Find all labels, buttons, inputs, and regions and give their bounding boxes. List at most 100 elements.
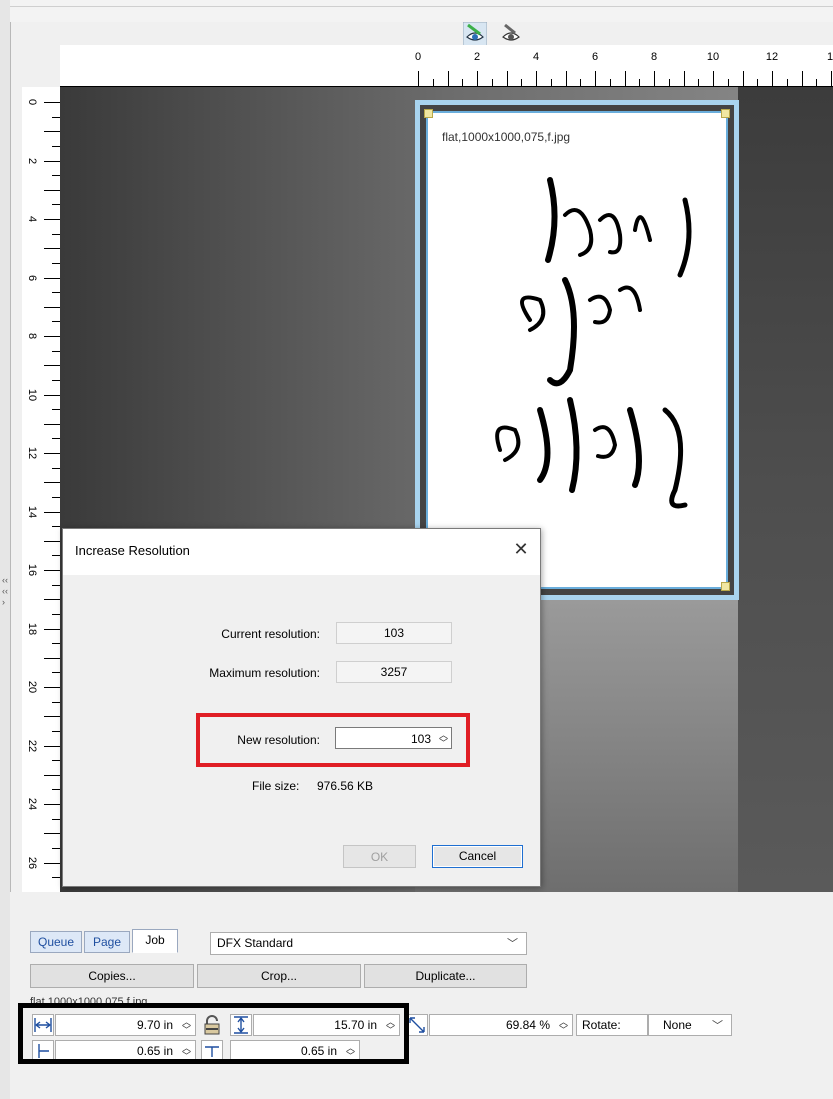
ruler-label: 4: [532, 51, 540, 63]
ruler-tick: [52, 847, 60, 849]
ruler-tick: [44, 804, 60, 805]
resize-handle[interactable]: [721, 109, 730, 118]
close-icon[interactable]: ✕: [511, 539, 531, 559]
ruler-tick: [44, 833, 60, 835]
ruler-label: 2: [473, 51, 481, 63]
ruler-tick: [44, 160, 60, 162]
ruler-tick: [44, 687, 60, 688]
copies-button[interactable]: Copies...: [30, 964, 194, 988]
tab-page[interactable]: Page: [84, 931, 130, 953]
ruler-tick: [44, 277, 60, 279]
ruler-tick: [52, 292, 60, 294]
ruler-label: 22: [26, 739, 38, 752]
ruler-tick: [44, 102, 60, 103]
tab-queue[interactable]: Queue: [30, 931, 82, 953]
cancel-button[interactable]: Cancel: [432, 845, 523, 868]
ruler-tick: [683, 71, 685, 87]
ruler-tick: [44, 394, 60, 396]
ruler-tick: [477, 71, 478, 87]
ruler-label: 20: [26, 680, 38, 694]
tab-job[interactable]: Job: [132, 929, 178, 953]
collapse-arrows-icon[interactable]: ‹‹ ‹‹ ›: [2, 575, 8, 608]
canvas-right-area: [738, 87, 833, 892]
ruler-tick: [831, 71, 832, 87]
ruler-tick: [52, 877, 60, 879]
ruler-tick: [52, 467, 60, 469]
maximum-resolution-value: 3257: [336, 661, 452, 683]
new-resolution-input[interactable]: 103 ︿ ﹀: [335, 727, 452, 749]
ruler-tick: [44, 306, 60, 308]
ruler-tick: [44, 716, 60, 718]
ruler-tick: [536, 71, 537, 87]
scale-input[interactable]: 69.84 % ︿ ﹀: [429, 1014, 573, 1036]
chevron-down-icon: ﹀: [507, 938, 518, 950]
duplicate-button[interactable]: Duplicate...: [364, 964, 527, 988]
ruler-tick: [447, 71, 449, 87]
ruler-tick: [44, 453, 60, 454]
ruler-label: 4: [26, 215, 38, 223]
ruler-tick: [44, 423, 60, 425]
ruler-tick: [44, 540, 60, 542]
ruler-tick: [52, 818, 60, 820]
resize-handle[interactable]: [424, 109, 433, 118]
ruler-tick: [52, 438, 60, 440]
ruler-tick: [418, 71, 419, 87]
ruler-tick: [506, 71, 508, 87]
ruler-label: 0: [414, 51, 422, 63]
ruler-tick: [801, 71, 803, 87]
ruler-tick: [595, 71, 596, 87]
ruler-tick: [52, 204, 60, 206]
rotate-label: Rotate:: [576, 1014, 648, 1036]
ruler-label: 0: [26, 98, 38, 106]
ruler-tick: [52, 145, 60, 147]
ruler-tick: [52, 350, 60, 352]
image-filename: flat,1000x1000,075,f.jpg: [442, 130, 571, 144]
ruler-label: 6: [26, 274, 38, 281]
spinner-icon[interactable]: ︿ ﹀: [439, 731, 448, 748]
ruler-label: 8: [650, 51, 658, 63]
ruler-tick: [44, 628, 60, 630]
ruler-tick: [44, 336, 60, 337]
horizontal-ruler: 0 2 4 6 8 10 12 1: [60, 45, 833, 87]
ruler-tick: [52, 555, 60, 557]
ruler-label: 6: [591, 51, 599, 63]
rotate-dropdown[interactable]: None ﹀: [648, 1014, 732, 1036]
ruler-tick: [44, 219, 60, 220]
chevron-down-icon: ﹀: [712, 1020, 723, 1032]
ruler-tick: [44, 365, 60, 367]
ruler-tick: [52, 643, 60, 645]
ruler-tick: [52, 409, 60, 411]
ruler-tick: [44, 862, 60, 864]
crop-button[interactable]: Crop...: [197, 964, 361, 988]
ruler-label: 18: [26, 622, 38, 635]
ruler-tick: [52, 379, 60, 381]
ruler-label: 1: [826, 51, 833, 63]
ruler-label: 10: [706, 51, 720, 63]
ruler-tick: [624, 71, 626, 87]
spinner-icon[interactable]: ︿ ﹀: [559, 1018, 568, 1035]
increase-resolution-dialog: Increase Resolution ✕ Current resolution…: [62, 528, 541, 887]
ruler-label: 16: [26, 563, 38, 577]
ruler-label: 8: [26, 332, 38, 340]
ok-button[interactable]: OK: [343, 845, 416, 868]
vertical-ruler: 0 2 4 6 8 10 12 14 16 18 20 22 24 26: [22, 87, 60, 892]
size-fields-highlight: [18, 1003, 409, 1064]
preset-dropdown[interactable]: DFX Standard ﹀: [210, 932, 527, 955]
ruler-label: 12: [765, 51, 779, 63]
ruler-tick: [52, 701, 60, 703]
ruler-label: 2: [26, 157, 38, 164]
scale-diagonal-icon: [406, 1014, 428, 1036]
ruler-tick: [44, 511, 60, 513]
ruler-tick: [44, 482, 60, 484]
ruler-tick: [565, 71, 567, 87]
rotate-value: None: [663, 1018, 692, 1032]
resize-handle[interactable]: [721, 582, 730, 591]
scale-value: 69.84 %: [505, 1018, 550, 1032]
ruler-tick: [52, 584, 60, 586]
dialog-title: Increase Resolution: [75, 543, 190, 558]
eye-brush-icon[interactable]: [463, 22, 487, 46]
eye-pen-icon[interactable]: [499, 22, 523, 46]
ruler-tick: [44, 189, 60, 191]
preset-value: DFX Standard: [217, 936, 294, 950]
ruler-tick: [52, 116, 60, 118]
